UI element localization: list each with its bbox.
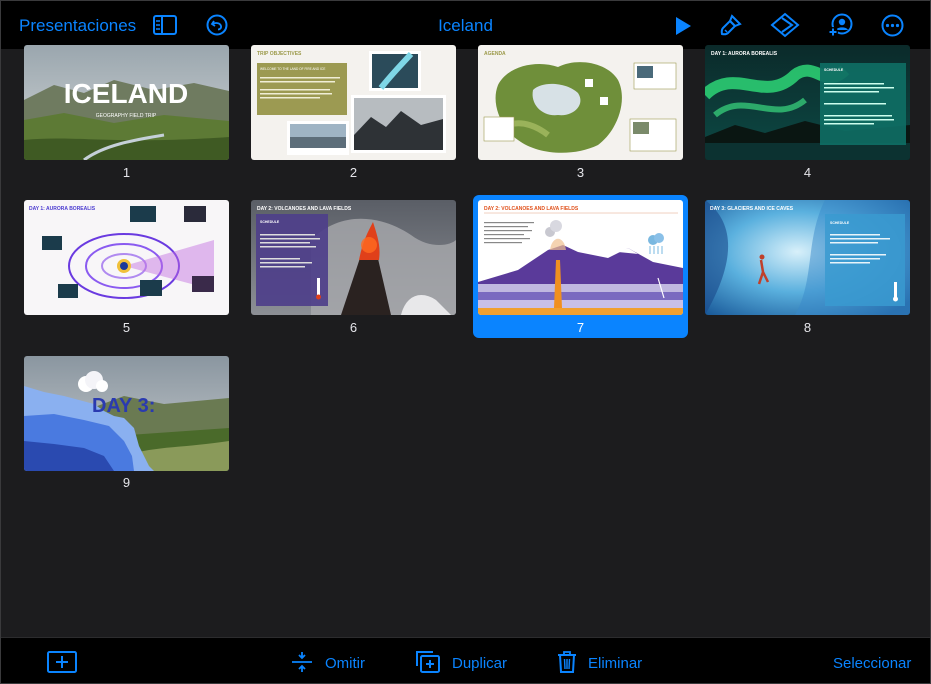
- slide-2-title: TRIP OBJECTIVES: [257, 51, 302, 57]
- slide-thumbnail-4[interactable]: DAY 1: AURORA BOREALIS SCHEDULE: [705, 45, 910, 160]
- select-button[interactable]: Seleccionar: [833, 655, 911, 672]
- slide-8-title: DAY 3: GLACIERS AND ICE CAVES: [710, 206, 794, 212]
- trash-icon: [557, 650, 577, 674]
- slide-number-6: 6: [349, 320, 358, 335]
- slide-thumbnail-5[interactable]: DAY 1: AURORA BOREALIS: [24, 200, 229, 315]
- slide-thumbnail-1[interactable]: ICELAND GEOGRAPHY FIELD TRIP: [24, 45, 229, 160]
- slide-thumbnail-9[interactable]: DAY 3:: [24, 356, 229, 471]
- slide-1-title: ICELAND: [64, 78, 188, 109]
- skip-icon: [290, 650, 314, 674]
- collaborate-icon[interactable]: [827, 13, 853, 39]
- add-slide-icon[interactable]: [47, 651, 77, 673]
- slide-number-4: 4: [803, 165, 812, 180]
- slide-number-7: 7: [576, 320, 585, 335]
- slide-number-9: 9: [122, 475, 131, 490]
- slide-number-2: 2: [349, 165, 358, 180]
- duplicate-label: Duplicar: [452, 655, 508, 672]
- slide-thumbnail-8[interactable]: DAY 3: GLACIERS AND ICE CAVES SCHEDULE: [705, 200, 910, 315]
- slide-number-1: 1: [122, 165, 131, 180]
- duplicate-button[interactable]: Duplicar: [415, 650, 525, 674]
- slide-thumbnail-2[interactable]: TRIP OBJECTIVES WELCOME TO THE LAND OF F…: [251, 45, 456, 160]
- slide-7-title: DAY 2: VOLCANOES AND LAVA FIELDS: [484, 206, 579, 212]
- keynote-app: Presentaciones Iceland ICELAND GEOGRAPHY…: [0, 0, 931, 684]
- more-icon[interactable]: [881, 14, 904, 37]
- slide-thumbnail-3[interactable]: AGENDA: [478, 45, 683, 160]
- slide-1-subtitle: GEOGRAPHY FIELD TRIP: [96, 113, 157, 119]
- animate-diamond-icon[interactable]: [770, 12, 800, 38]
- slide-9-title: DAY 3:: [92, 395, 155, 417]
- slide-4-subtitle: SCHEDULE: [824, 68, 844, 72]
- slide-4-title: DAY 1: AURORA BOREALIS: [711, 51, 778, 57]
- skip-button[interactable]: Omitir: [290, 650, 380, 674]
- slide-6-title: DAY 2: VOLCANOES AND LAVA FIELDS: [257, 206, 352, 212]
- paintbrush-icon[interactable]: [719, 13, 743, 37]
- delete-button[interactable]: Eliminar: [557, 650, 657, 674]
- slide-2-subtitle: WELCOME TO THE LAND OF FIRE AND ICE: [260, 67, 325, 71]
- slide-number-3: 3: [576, 165, 585, 180]
- slide-5-title: DAY 1: AURORA BOREALIS: [29, 206, 96, 212]
- delete-label: Eliminar: [588, 655, 643, 672]
- slide-thumbnail-7[interactable]: DAY 2: VOLCANOES AND LAVA FIELDS: [478, 200, 683, 315]
- play-icon[interactable]: [674, 16, 692, 36]
- top-toolbar: Presentaciones Iceland: [1, 1, 930, 49]
- slide-8-subtitle: SCHEDULE: [830, 221, 850, 225]
- slide-number-8: 8: [803, 320, 812, 335]
- slide-6-subtitle: SCHEDULE: [260, 220, 280, 224]
- slide-thumbnail-6[interactable]: DAY 2: VOLCANOES AND LAVA FIELDS SCHEDUL…: [251, 200, 456, 315]
- slide-number-5: 5: [122, 320, 131, 335]
- duplicate-icon: [415, 650, 441, 674]
- skip-label: Omitir: [325, 655, 365, 672]
- slide-3-title: AGENDA: [484, 51, 506, 57]
